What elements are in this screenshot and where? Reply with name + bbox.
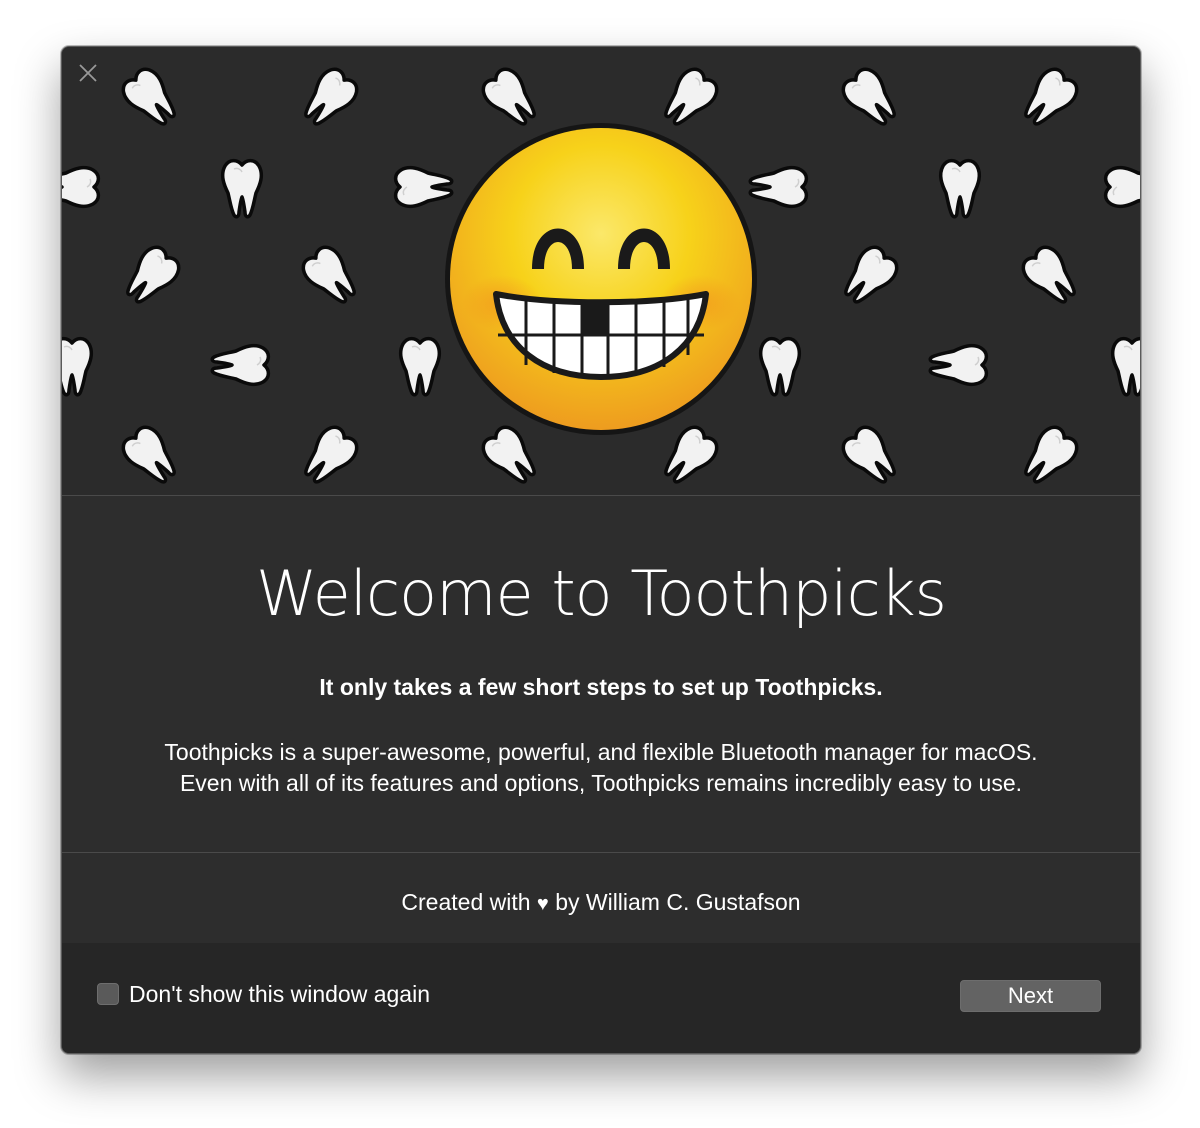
tooth-icon xyxy=(758,336,802,397)
tooth-icon xyxy=(928,343,989,387)
next-button[interactable]: Next xyxy=(960,980,1101,1012)
heart-icon: ♥ xyxy=(536,893,549,915)
credit-section: Created with ♥ by William C. Gustafson xyxy=(62,853,1140,943)
tooth-icon xyxy=(836,420,906,492)
description: Toothpicks is a super-awesome, powerful,… xyxy=(62,737,1140,799)
tooth-icon xyxy=(654,420,724,492)
tooth-icon xyxy=(1103,165,1140,209)
credit-author: by William C. Gustafson xyxy=(555,889,801,915)
tooth-icon xyxy=(393,165,454,209)
checkbox-label: Don't show this window again xyxy=(129,981,430,1007)
credit-text: Created with ♥ by William C. Gustafson xyxy=(62,887,1140,919)
tooth-icon xyxy=(1110,336,1140,397)
tooth-icon xyxy=(476,420,546,492)
description-line-1: Toothpicks is a super-awesome, powerful,… xyxy=(164,739,1038,765)
tooth-icon xyxy=(116,62,186,134)
welcome-content: Welcome to Toothpicks It only takes a fe… xyxy=(62,496,1140,853)
credit-prefix: Created with xyxy=(401,889,531,915)
grinning-emoji-icon xyxy=(445,123,757,435)
tooth-icon xyxy=(62,336,94,397)
tooth-icon xyxy=(116,420,186,492)
tooth-icon xyxy=(1014,420,1084,492)
tooth-icon xyxy=(294,62,364,134)
tooth-icon xyxy=(476,62,546,134)
welcome-window: Welcome to Toothpicks It only takes a fe… xyxy=(61,46,1141,1054)
tooth-icon xyxy=(294,420,364,492)
subtitle: It only takes a few short steps to set u… xyxy=(319,674,883,700)
dont-show-again-checkbox[interactable] xyxy=(97,983,119,1005)
close-icon xyxy=(79,64,97,82)
tooth-icon xyxy=(654,62,724,134)
tooth-pattern xyxy=(62,62,1140,492)
tooth-icon xyxy=(1016,240,1086,312)
hero-banner xyxy=(62,47,1140,496)
footer-bar: Don't show this window again Next xyxy=(62,943,1140,1053)
description-line-2: Even with all of its features and option… xyxy=(179,770,1023,796)
tooth-icon xyxy=(210,343,271,387)
tooth-icon xyxy=(220,158,264,219)
tooth-icon xyxy=(1014,62,1084,134)
tooth-icon xyxy=(834,240,904,312)
tooth-icon xyxy=(836,62,906,134)
tooth-icon xyxy=(116,240,186,312)
tooth-icon xyxy=(938,158,982,219)
tooth-icon xyxy=(296,240,366,312)
page-title: Welcome to Toothpicks xyxy=(256,557,947,630)
dont-show-again-toggle[interactable]: Don't show this window again xyxy=(97,981,430,1007)
tooth-icon xyxy=(748,165,809,209)
close-button[interactable] xyxy=(78,63,98,83)
tooth-icon xyxy=(398,336,442,397)
tooth-icon xyxy=(62,165,101,209)
